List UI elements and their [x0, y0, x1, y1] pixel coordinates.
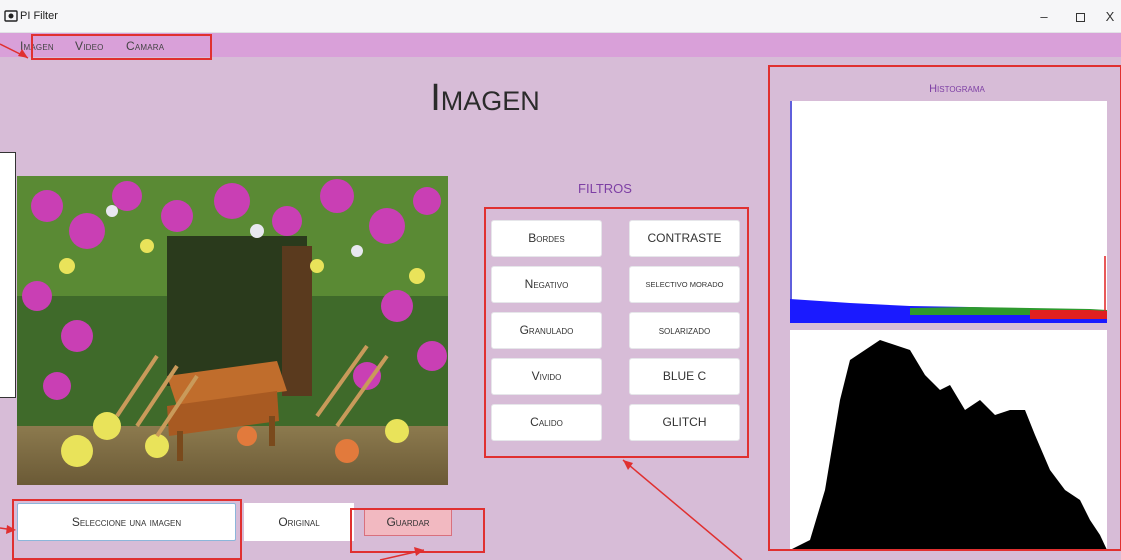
annotation-arrows [0, 43, 743, 560]
